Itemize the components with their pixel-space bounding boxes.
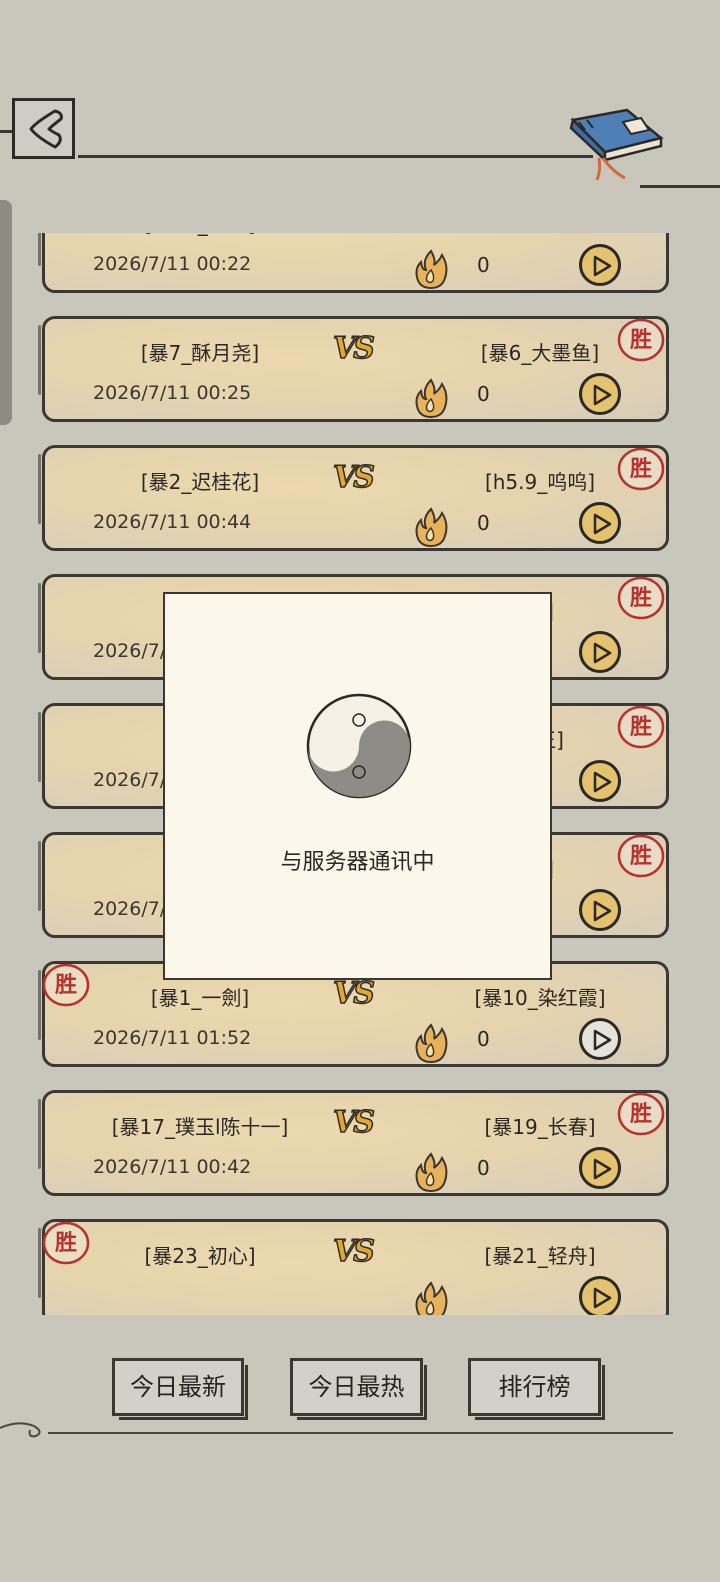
winner-seal-text: 胜 [629,456,652,482]
fire-icon [415,1281,448,1315]
heat-count: 0 [477,511,490,535]
winner-seal: 胜 [41,1220,91,1266]
loading-dialog: 与服务器通讯中 [163,592,552,980]
match-date: 2026/7/ [93,898,167,920]
play-icon [593,642,612,664]
winner-seal-text: 胜 [629,327,652,353]
tab-leaderboard[interactable]: 排行榜 [468,1358,605,1420]
play-icon [593,771,612,793]
heat-count: 0 [477,382,490,406]
fire-icon [415,378,448,419]
player-left-name: [暴23_初心] [144,1244,256,1268]
match-card[interactable]: [暴17_璞玉l陈十一] VS [暴19_长春] 2026/7/11 00:42 0 胜 [38,1090,669,1197]
play-icon [593,1287,612,1309]
winner-seal: 胜 [616,1091,666,1137]
play-replay-button[interactable] [579,631,621,673]
match-card[interactable]: [暴21_委梦]VS[h5.8_Mickey]2026/7/11 00:220胜 [38,233,669,294]
play-replay-button[interactable] [579,1018,621,1060]
play-replay-button[interactable] [579,889,621,931]
player-right-name: [暴6_大墨鱼] [480,341,600,365]
play-replay-button[interactable] [579,373,621,415]
tab-today-newest[interactable]: 今日最新 [112,1358,248,1420]
winner-seal: 胜 [41,962,91,1008]
play-icon [593,1158,612,1180]
player-left-name: [暴7_酥月尧] [140,341,260,365]
fire-icon [415,249,448,290]
vs-label: VS [332,975,375,1012]
match-date: 2026/7/11 00:44 [93,511,252,533]
header-rule [78,155,593,158]
winner-seal: 胜 [616,317,666,363]
back-button[interactable] [12,98,75,159]
winner-seal: 胜 [616,833,666,879]
winner-seal-text: 胜 [629,585,652,611]
play-replay-button[interactable] [579,244,621,286]
match-date: 2026/7/ [93,769,167,791]
tab-today-hottest[interactable]: 今日最热 [290,1358,427,1420]
match-date: 2026/7/11 00:42 [93,1156,252,1178]
match-date: 2026/7/11 01:52 [93,1027,252,1049]
match-date: 2026/7/11 00:22 [93,253,252,275]
fire-icon [412,1151,450,1197]
winner-seal-text: 胜 [54,972,77,998]
player-right-name: [h5.9_呜呜] [484,470,596,494]
back-chevron-icon [29,109,63,149]
winner-seal: 胜 [616,704,666,750]
yin-yang-icon [306,693,412,799]
fire-icon [412,506,450,552]
fire-icon [415,507,448,548]
loading-message: 与服务器通讯中 [280,850,435,875]
match-card[interactable]: [暴23_初心] VS [暴21_轻舟] 胜 [38,1219,669,1315]
winner-seal-text: 胜 [629,1101,652,1127]
play-replay-button[interactable] [579,502,621,544]
vs-label: VS [332,1233,375,1270]
player-left-name: [暴17_璞玉l陈十一] [111,1115,289,1139]
tab-label: 今日最热 [308,1373,405,1401]
match-card[interactable]: [暴7_酥月尧] VS [暴6_大墨鱼] 2026/7/11 00:25 0 胜 [38,316,669,423]
play-icon [593,384,612,406]
match-date: 2026/7/11 00:25 [93,382,252,404]
vs-label: VS [332,330,375,367]
winner-seal-text: 胜 [54,1230,77,1256]
play-icon [593,255,612,277]
winner-seal: 胜 [616,233,666,234]
play-replay-button[interactable] [579,1147,621,1189]
player-left-name: [暴21_委梦] [105,233,295,237]
play-replay-button[interactable] [579,1276,621,1315]
player-right-name: [暴21_轻舟] [484,1244,596,1268]
cloud-ornament-icon [0,1422,41,1438]
tab-label: 排行榜 [498,1373,571,1401]
heat-count: 0 [477,1027,490,1051]
tab-label: 今日最新 [130,1373,226,1401]
player-right-name: [暴10_染红霞] [474,986,606,1010]
fire-icon [412,377,450,423]
fire-icon [412,248,450,294]
play-icon [593,1029,612,1051]
play-icon [593,900,612,922]
fire-icon [415,1152,448,1193]
heat-count: 0 [477,1156,490,1180]
winner-seal-text: 胜 [629,714,652,740]
vs-label: VS [332,1104,375,1141]
play-replay-button[interactable] [579,760,621,802]
footer-rule [48,1432,673,1434]
winner-seal-text: 胜 [616,233,666,234]
heat-count: 0 [477,253,490,277]
match-card[interactable]: [暴2_迟桂花] VS [h5.9_呜呜] 2026/7/11 00:44 0 胜 [38,445,669,552]
fire-icon [412,1022,450,1068]
play-icon [593,513,612,535]
winner-seal-text: 胜 [629,843,652,869]
fire-icon [415,1023,448,1064]
book-scroll-icon[interactable] [565,108,675,192]
match-date: 2026/7/ [93,640,167,662]
vs-label: VS [332,459,375,496]
player-left-name: [暴2_迟桂花] [140,470,260,494]
fire-icon [412,1280,450,1315]
winner-seal: 胜 [616,446,666,492]
winner-seal: 胜 [616,575,666,621]
vs-label: VS [332,233,375,238]
player-left-name: [暴1_一劍] [150,986,250,1010]
player-right-name: [暴19_长春] [484,1115,596,1139]
